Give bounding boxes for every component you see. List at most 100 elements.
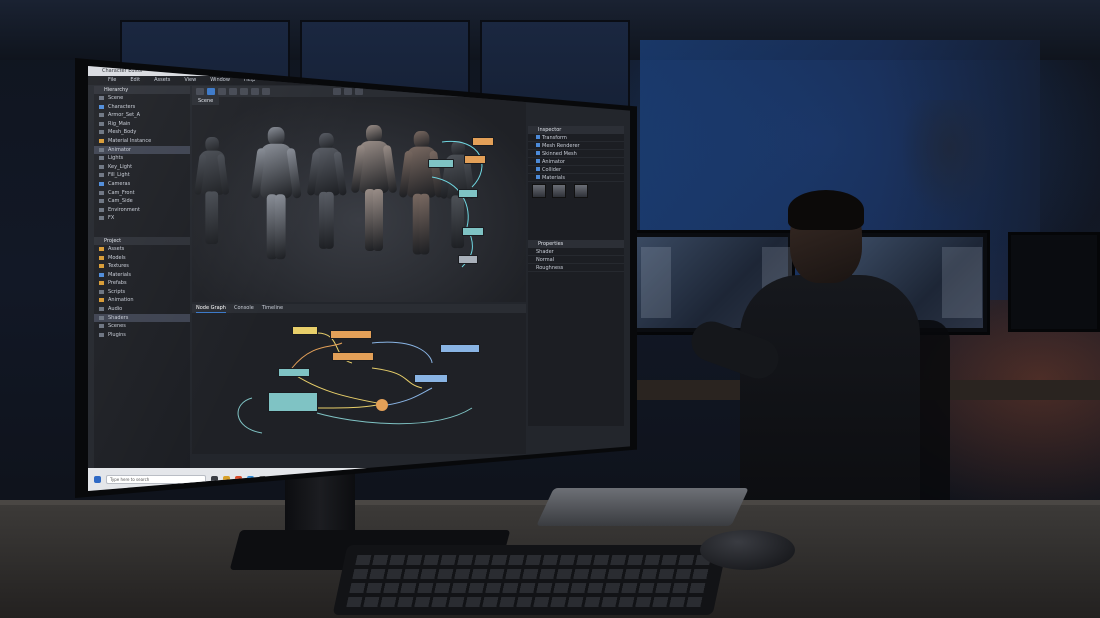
graph-node[interactable] — [440, 344, 480, 353]
tab-timeline[interactable]: Timeline — [262, 304, 283, 313]
hierarchy-item[interactable]: Lights — [94, 154, 190, 163]
pause-icon[interactable] — [344, 88, 352, 95]
project-item[interactable]: Models — [94, 254, 190, 263]
project-item[interactable]: Scripts — [94, 288, 190, 297]
computer-mouse — [700, 530, 795, 570]
menu-view[interactable]: View — [184, 76, 196, 85]
menu-file[interactable]: File — [108, 76, 116, 85]
node-graph-panel: Node Graph Console Timeline — [192, 304, 526, 454]
character-model[interactable] — [250, 127, 303, 270]
graph-node[interactable] — [292, 326, 318, 335]
hierarchy-item[interactable]: Cameras — [94, 180, 190, 189]
overlay-node[interactable] — [458, 189, 478, 198]
graph-links — [237, 332, 473, 434]
hierarchy-item[interactable]: Cam_Side — [94, 197, 190, 206]
project-item[interactable]: Textures — [94, 262, 190, 271]
project-item[interactable]: Animation — [94, 296, 190, 305]
tab-console[interactable]: Console — [234, 304, 254, 313]
step-icon[interactable] — [355, 88, 363, 95]
rect-tool-icon[interactable] — [240, 88, 248, 95]
project-list: Assets Models Textures Materials Prefabs Scri… — [94, 245, 190, 340]
grid-icon[interactable] — [262, 88, 270, 95]
asset-thumbnail[interactable] — [532, 184, 546, 198]
character-legr — [209, 191, 219, 245]
menu-assets[interactable]: Assets — [154, 76, 170, 85]
hierarchy-item[interactable]: Scene — [94, 94, 190, 103]
character-model[interactable] — [306, 133, 347, 249]
main-monitor-screen: Character Editor File Edit Assets View W… — [88, 66, 630, 491]
hierarchy-item[interactable]: Fill_Light — [94, 171, 190, 180]
hierarchy-item[interactable]: Animator — [94, 145, 190, 155]
project-item[interactable]: Plugins — [94, 331, 190, 340]
graph-node[interactable] — [330, 330, 372, 339]
overlay-node[interactable] — [458, 255, 478, 264]
pivot-icon[interactable] — [251, 88, 259, 95]
graph-link — [386, 387, 433, 406]
graph-node[interactable] — [268, 392, 318, 412]
asset-thumbnail[interactable] — [552, 184, 566, 198]
asset-thumbnail[interactable] — [573, 184, 588, 198]
overlay-node[interactable] — [464, 155, 486, 164]
asset-thumbnails — [528, 182, 624, 200]
hierarchy-item[interactable]: Environment — [94, 206, 190, 215]
hierarchy-item[interactable]: Characters — [94, 103, 190, 112]
graph-link — [371, 341, 433, 364]
hierarchy-header: Hierarchy — [94, 86, 190, 94]
overlay-node[interactable] — [462, 227, 484, 236]
character-model[interactable] — [194, 137, 230, 245]
overlay-node[interactable] — [428, 159, 454, 168]
properties-rows: Shader Normal Roughness — [528, 248, 624, 272]
graph-reroute-node[interactable] — [376, 399, 388, 411]
inspector-rows: Transform Mesh Renderer Skinned Mesh Animat… — [528, 134, 624, 182]
inspector-row[interactable]: Animator — [528, 158, 624, 166]
tab-node-graph[interactable]: Node Graph — [196, 304, 226, 313]
person-hair — [788, 190, 864, 230]
scale-tool-icon[interactable] — [229, 88, 237, 95]
project-header: Project — [94, 236, 190, 245]
graph-node[interactable] — [414, 374, 448, 383]
character-legr — [372, 189, 383, 251]
play-icon[interactable] — [333, 88, 341, 95]
project-item[interactable]: Shaders — [94, 313, 190, 323]
select-tool-icon[interactable] — [207, 88, 215, 95]
hierarchy-item[interactable]: Cam_Front — [94, 189, 190, 198]
hierarchy-item[interactable]: Rig_Main — [94, 120, 190, 129]
inspector-row[interactable]: Skinned Mesh — [528, 150, 624, 158]
inspector-row[interactable]: Mesh Renderer — [528, 142, 624, 150]
overlay-node[interactable] — [472, 137, 494, 146]
editor-ui: Character Editor File Edit Assets View W… — [88, 66, 630, 491]
inspector-row[interactable]: Materials — [528, 174, 624, 182]
inspector-row[interactable]: Roughness — [528, 264, 624, 272]
project-item[interactable]: Materials — [94, 271, 190, 280]
inspector-header: Inspector — [528, 126, 624, 134]
character-legr — [275, 194, 286, 260]
graph-node[interactable] — [278, 368, 310, 377]
project-item[interactable]: Audio — [94, 305, 190, 314]
start-icon[interactable] — [94, 476, 101, 483]
keyboard — [332, 545, 728, 615]
drawing-tablet — [536, 488, 749, 526]
move-tool-icon[interactable] — [196, 88, 204, 95]
graph-node[interactable] — [332, 352, 374, 361]
menu-edit[interactable]: Edit — [130, 76, 140, 85]
project-item[interactable]: Prefabs — [94, 279, 190, 288]
hierarchy-item[interactable]: FX — [94, 214, 190, 223]
hierarchy-item[interactable]: Mesh_Body — [94, 128, 190, 137]
inspector-row[interactable]: Normal — [528, 256, 624, 264]
hierarchy-item[interactable]: Armor_Set_A — [94, 111, 190, 120]
project-item[interactable]: Scenes — [94, 322, 190, 331]
inspector-panel: Inspector Transform Mesh Renderer Skinned … — [528, 126, 624, 426]
character-model[interactable] — [350, 125, 398, 255]
hierarchy-item[interactable]: Key_Light — [94, 163, 190, 172]
rotate-tool-icon[interactable] — [218, 88, 226, 95]
inspector-row[interactable]: Transform — [528, 134, 624, 142]
properties-header: Properties — [528, 240, 624, 248]
graph-link — [316, 407, 473, 425]
scene-viewport[interactable]: Scene — [192, 97, 526, 302]
inspector-row[interactable]: Shader — [528, 248, 624, 256]
background-monitor — [1008, 232, 1100, 332]
viewport-tab[interactable]: Scene — [192, 97, 220, 105]
project-item[interactable]: Assets — [94, 245, 190, 254]
hierarchy-item[interactable]: Material Instance — [94, 137, 190, 146]
inspector-row[interactable]: Collider — [528, 166, 624, 174]
